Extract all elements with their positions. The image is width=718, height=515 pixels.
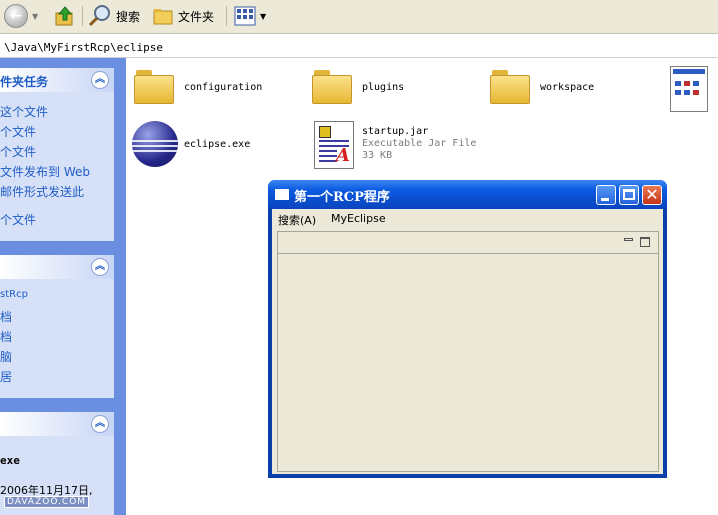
task-link[interactable]: 个文件 — [0, 123, 36, 140]
folder-tasks-header[interactable]: 件夹任务 ︽ — [0, 68, 114, 92]
views-dropdown-icon[interactable]: ▼ — [260, 12, 266, 21]
file-label: workspace — [540, 81, 595, 93]
rcp-menubar: 搜索(A) MyEclipse — [272, 209, 663, 229]
folders-button[interactable]: 文件夹 — [152, 4, 214, 28]
grid-file-icon — [670, 66, 708, 112]
jar-file-icon: A — [314, 121, 354, 169]
view-toolbar — [278, 232, 658, 254]
folders-icon — [153, 9, 173, 25]
view-maximize-icon[interactable] — [640, 237, 650, 247]
search-magnifier-icon — [88, 5, 110, 27]
rcp-window: 第一个RCP程序 ✕ 搜索(A) MyEclipse — [268, 180, 667, 478]
folder-workspace[interactable]: workspace — [490, 70, 594, 104]
task-link[interactable]: 文件发布到 Web — [0, 163, 90, 180]
minimize-button[interactable] — [596, 185, 616, 205]
task-link[interactable]: 邮件形式发送此 — [0, 183, 84, 200]
watermark-logo: DAVAZOO.COM — [4, 496, 90, 508]
toolbar-separator — [226, 6, 227, 26]
maximize-button[interactable] — [619, 185, 639, 205]
views-button[interactable]: ▼ — [234, 4, 266, 28]
folder-icon — [490, 70, 530, 104]
maximize-icon — [623, 189, 635, 200]
details-filename: exe — [0, 454, 20, 467]
task-link[interactable]: 这个文件 — [0, 103, 48, 120]
address-bar[interactable]: \Java\MyFirstRcp\eclipse — [0, 34, 718, 58]
rcp-window-titlebar[interactable]: 第一个RCP程序 ✕ — [268, 180, 667, 209]
file-startup-jar[interactable]: A startup.jar Executable Jar File 33 KB — [314, 121, 476, 169]
other-places-header[interactable]: ︽ — [0, 255, 114, 279]
search-button-label: 搜索 — [116, 9, 141, 24]
back-dropdown-icon[interactable]: ▼ — [32, 12, 38, 21]
file-size: 33 KB — [362, 150, 393, 161]
file-label: eclipse.exe — [184, 138, 251, 150]
address-path: \Java\MyFirstRcp\eclipse — [4, 41, 163, 54]
up-folder-icon — [55, 6, 73, 26]
menu-search[interactable]: 搜索(A) — [278, 212, 316, 228]
folder-tasks-panel: 件夹任务 ︽ 这个文件 个文件 个文件 文件发布到 Web 邮件形式发送此 个文… — [0, 68, 114, 241]
task-link[interactable]: 个文件 — [0, 143, 36, 160]
up-folder-button[interactable] — [54, 4, 76, 28]
file-label: configuration — [184, 81, 263, 93]
close-button[interactable]: ✕ — [642, 185, 662, 205]
rcp-window-client: 搜索(A) MyEclipse — [272, 209, 663, 474]
jar-file-info: startup.jar Executable Jar File 33 KB — [362, 126, 476, 162]
folder-icon — [134, 70, 174, 104]
place-link[interactable]: stRcp — [0, 289, 28, 300]
minimize-icon — [601, 198, 609, 201]
details-header[interactable]: ︽ — [0, 412, 114, 436]
file-type: Executable Jar File — [362, 138, 477, 149]
collapse-chevron-icon[interactable]: ︽ — [91, 258, 109, 276]
file-label: plugins — [362, 81, 405, 93]
eclipse-app-icon — [132, 121, 178, 167]
collapse-chevron-icon[interactable]: ︽ — [91, 71, 109, 89]
rcp-view-area — [277, 231, 659, 472]
back-button[interactable]: ← ▼ — [4, 4, 38, 28]
file-eclipse-exe[interactable]: eclipse.exe — [132, 121, 250, 167]
collapse-chevron-icon[interactable]: ︽ — [91, 415, 109, 433]
place-link[interactable]: 档 — [0, 308, 12, 325]
views-grid-icon — [234, 6, 256, 26]
place-link[interactable]: 居 — [0, 368, 12, 385]
window-icon — [275, 189, 289, 200]
folder-icon — [312, 70, 352, 104]
other-places-panel: ︽ stRcp 档 档 脑 居 — [0, 255, 114, 398]
view-minimize-icon[interactable] — [624, 238, 633, 241]
folder-plugins[interactable]: plugins — [312, 70, 404, 104]
left-task-pane: 件夹任务 ︽ 这个文件 个文件 个文件 文件发布到 Web 邮件形式发送此 个文… — [0, 58, 126, 515]
folder-tasks-title: 件夹任务 — [0, 75, 49, 89]
rcp-window-title: 第一个RCP程序 — [294, 190, 390, 205]
place-link[interactable]: 脑 — [0, 348, 12, 365]
toolbar-separator — [82, 6, 83, 26]
file-label: startup.jar — [362, 126, 429, 137]
folder-configuration[interactable]: configuration — [134, 70, 262, 104]
close-icon: ✕ — [645, 185, 659, 204]
grid-file-item[interactable] — [670, 66, 708, 112]
folders-button-label: 文件夹 — [178, 9, 215, 24]
place-link[interactable]: 档 — [0, 328, 12, 345]
search-button[interactable]: 搜索 — [88, 4, 140, 28]
explorer-toolbar: ← ▼ 搜索 文件夹 ▼ — [0, 0, 718, 34]
task-link[interactable]: 个文件 — [0, 211, 36, 228]
back-arrow-icon: ← — [4, 4, 28, 28]
menu-myeclipse[interactable]: MyEclipse — [331, 212, 386, 225]
